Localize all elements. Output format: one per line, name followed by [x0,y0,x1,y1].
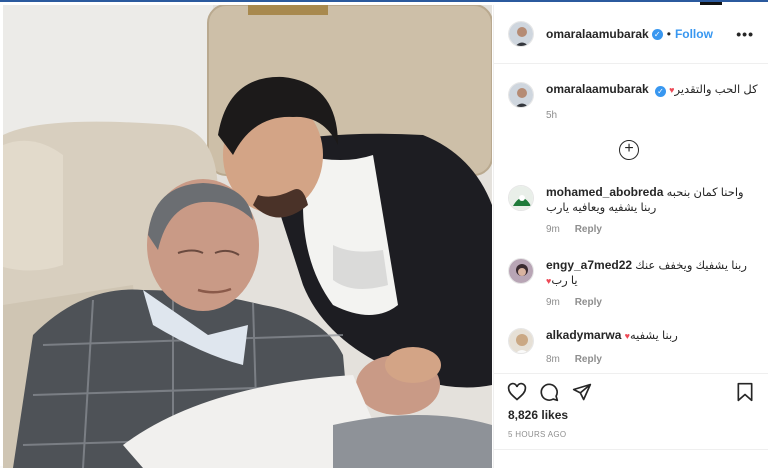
more-options-icon[interactable]: ••• [736,26,754,42]
comment-text-line2: ♥يا رب [546,274,747,289]
comment-time: 9m [546,224,560,235]
comment-text: alkadymarwa ♥ربنا يشفيه [546,328,678,344]
reply-button[interactable]: Reply [575,297,602,308]
comment-avatar[interactable] [508,185,534,211]
verified-badge-icon: ✓ [651,28,663,40]
bookmark-icon[interactable] [735,382,755,407]
caption-line: omaralaamubarak ✓ ♥كل الحب والتقدير [546,82,758,98]
comment-meta: 8m Reply [546,354,678,365]
comment-text-line2-value: يا رب [551,275,578,287]
heart-outline-icon[interactable] [507,382,527,407]
bookmark-glyph [737,382,753,402]
comment-text: mohamed_abobreda واحنا كمان بنحبه [546,185,744,201]
caption: omaralaamubarak ✓ ♥كل الحب والتقدير 5h [508,82,758,121]
comment-avatar[interactable] [508,328,534,354]
comment-time: 8m [546,354,560,365]
header-separator: • [666,27,671,41]
caption-username[interactable]: omaralaamubarak [546,82,649,96]
post-side-panel: omaralaamubarak ✓ • Follow ••• omaralaam… [493,5,768,468]
comment-body: mohamed_abobreda واحنا كمان بنحبه ربنا ي… [546,185,744,235]
avatar-image [509,22,533,46]
comment-text-line2-value: ربنا يشفيه ويعافيه يارب [546,202,657,214]
heart-outline-glyph [507,382,527,401]
post-photo[interactable] [3,5,492,468]
post-photo-illustration [3,5,492,468]
bottom-divider [494,449,768,450]
comment-username[interactable]: engy_a7med22 [546,258,632,272]
caption-time: 5h [546,110,558,121]
comment-text-line2: ربنا يشفيه ويعافيه يارب [546,201,744,216]
comment-meta: 9m Reply [546,224,744,235]
comment-username[interactable]: alkadymarwa [546,328,621,342]
post-header: omaralaamubarak ✓ • Follow ••• [508,20,768,48]
comment-bubble-icon[interactable] [539,382,559,407]
paper-plane-icon[interactable] [572,382,592,407]
reply-button[interactable]: Reply [575,224,602,235]
comment-text-line1: ربنا يشفيك ويخفف عنك [635,260,747,272]
actions-divider [494,373,768,374]
comment-avatar[interactable] [508,258,534,284]
verified-badge-icon: ✓ [654,86,666,97]
comment-text: engy_a7med22 ربنا يشفيك ويخفف عنك [546,258,747,274]
comment-item: engy_a7med22 ربنا يشفيك ويخفف عنك ♥يا رب… [508,258,758,308]
comment-time: 9m [546,297,560,308]
caption-avatar[interactable] [508,82,534,108]
post-timestamp[interactable]: 5 HOURS AGO [508,430,566,439]
comment-body: engy_a7med22 ربنا يشفيك ويخفف عنك ♥يا رب… [546,258,747,308]
reply-button[interactable]: Reply [575,354,602,365]
instagram-post: omaralaamubarak ✓ • Follow ••• omaralaam… [0,0,768,468]
load-more-comments-icon[interactable]: + [619,140,639,160]
header-user-info: omaralaamubarak ✓ • Follow [546,27,713,41]
header-divider [494,63,768,64]
comment-username[interactable]: mohamed_abobreda [546,185,663,199]
avatar-image [509,186,533,210]
likes-count[interactable]: 8,826 likes [508,408,568,422]
comment-item: alkadymarwa ♥ربنا يشفيه 8m Reply [508,328,758,365]
comment-bubble-glyph [540,383,559,402]
caption-body: omaralaamubarak ✓ ♥كل الحب والتقدير 5h [546,82,758,121]
follow-button[interactable]: Follow [675,27,713,41]
avatar-image [509,259,533,283]
comment-meta: 9m Reply [546,297,747,308]
comment-item: mohamed_abobreda واحنا كمان بنحبه ربنا ي… [508,185,758,235]
paper-plane-glyph [572,383,592,401]
avatar-image [509,329,533,353]
caption-text: كل الحب والتقدير [674,84,758,96]
header-username[interactable]: omaralaamubarak [546,27,649,41]
avatar-image [509,83,533,107]
comment-body: alkadymarwa ♥ربنا يشفيه 8m Reply [546,328,678,365]
header-avatar[interactable] [508,21,534,47]
comment-text-line1: ربنا يشفيه [629,330,678,342]
comment-text-line1: واحنا كمان بنحبه [666,187,744,199]
